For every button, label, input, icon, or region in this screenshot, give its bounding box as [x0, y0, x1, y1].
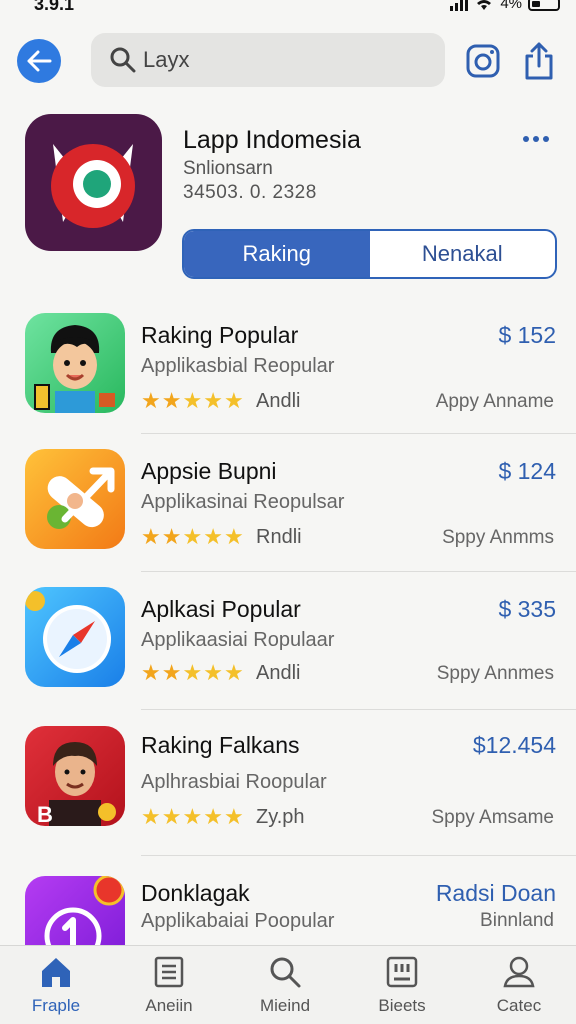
tab-label: Aneiin [145, 996, 193, 1015]
app-developer: Sppy Annmes [436, 663, 554, 684]
man-portrait-icon: B [25, 726, 125, 826]
wifi-icon [477, 0, 492, 10]
app-tag: Andli [256, 390, 301, 412]
search-icon [270, 957, 301, 988]
svg-text:B: B [37, 802, 53, 826]
tab-label: Bieets [378, 996, 426, 1015]
person-icon [503, 956, 535, 988]
tab-label: Catec [496, 996, 542, 1015]
app-developer: Sppy Amsame [431, 807, 555, 828]
tab-catec[interactable]: Catec [464, 954, 574, 1016]
bottom-tab-bar: Fraple Aneiin Mieind Bieets Catec [0, 945, 576, 1024]
status-bar: 3.9.1 4% [0, 0, 576, 14]
cartoon-boy-icon [25, 313, 125, 413]
app-description: Applikabaiai Poopular [141, 910, 335, 932]
battery-percent: 4% [500, 0, 522, 12]
app-name: Appsie Bupni [141, 458, 277, 484]
battery-icon [528, 0, 560, 11]
signal-icon [450, 0, 469, 11]
divider [141, 571, 576, 572]
app-tag: Rndli [256, 526, 302, 548]
star-rating: ★ ★ ★ ★ ★ [141, 804, 244, 829]
tab-label: Mieind [259, 996, 311, 1015]
app-price[interactable]: $12.454 [473, 732, 556, 759]
app-tag: Zy.ph [256, 806, 305, 828]
camera-icon[interactable] [465, 43, 501, 79]
app-description: Applikaasiai Ropulaar [141, 629, 335, 651]
app-description: Aplhrasbiai Roopular [141, 771, 327, 793]
search-text: Layx [143, 47, 190, 72]
app-name: Donklagak [141, 880, 250, 906]
red-ring-logo-icon [51, 144, 135, 228]
arrow-left-icon [27, 50, 52, 72]
app-developer: Sppy Anmms [442, 527, 554, 548]
status-icons: 4% [450, 0, 560, 12]
star-rating: ★ ★ ★ ★ ★ [141, 388, 244, 413]
hero-version: 34503. 0. 2328 [183, 182, 317, 203]
home-icon [42, 958, 70, 987]
app-description: Applikasinai Reopulsar [141, 491, 345, 513]
tab-label: Fraple [31, 996, 81, 1015]
search-input[interactable]: Layx [91, 33, 445, 87]
star-rating: ★ ★ ★ ★ ★ [141, 524, 244, 549]
share-icon[interactable] [522, 41, 556, 81]
divider [141, 709, 576, 710]
back-button[interactable] [17, 39, 61, 83]
app-developer: Binnland [480, 910, 554, 931]
hero-subtitle: Snlionsarn [183, 158, 273, 179]
tab-bieets[interactable]: Bieets [347, 954, 457, 1016]
top-bar: Layx [0, 33, 576, 91]
tab-nenakal[interactable]: Nenakal [370, 231, 556, 277]
search-icon [110, 47, 136, 73]
divider [141, 433, 576, 434]
tab-fraple[interactable]: Fraple [1, 954, 111, 1016]
app-description: Applikasbial Reopular [141, 355, 335, 377]
app-price[interactable]: $ 124 [498, 458, 556, 485]
divider [141, 855, 576, 856]
compass-icon [25, 587, 125, 687]
status-time: 3.9.1 [34, 0, 75, 14]
hero-title: Lapp Indomesia [183, 126, 361, 154]
grid-icon [386, 956, 418, 988]
tab-raking[interactable]: Raking [184, 231, 370, 277]
list-icon [154, 956, 184, 988]
more-options-icon[interactable] [523, 136, 549, 142]
app-name: Raking Falkans [141, 732, 300, 758]
star-rating: ★ ★ ★ ★ ★ [141, 660, 244, 685]
app-developer: Appy Anname [435, 391, 554, 412]
app-price[interactable]: $ 335 [498, 596, 556, 623]
app-tag: Andli [256, 662, 301, 684]
tab-aneiin[interactable]: Aneiin [114, 954, 224, 1016]
segmented-control: Raking Nenakal [182, 229, 557, 279]
app-price[interactable]: Radsi Doan [436, 880, 556, 907]
bandage-arrow-icon [25, 449, 125, 549]
app-price[interactable]: $ 152 [498, 322, 556, 349]
hero-app-icon[interactable] [25, 114, 162, 251]
app-name: Aplkasi Popular [141, 596, 301, 622]
tab-mieind[interactable]: Mieind [230, 954, 340, 1016]
app-name: Raking Popular [141, 322, 299, 348]
